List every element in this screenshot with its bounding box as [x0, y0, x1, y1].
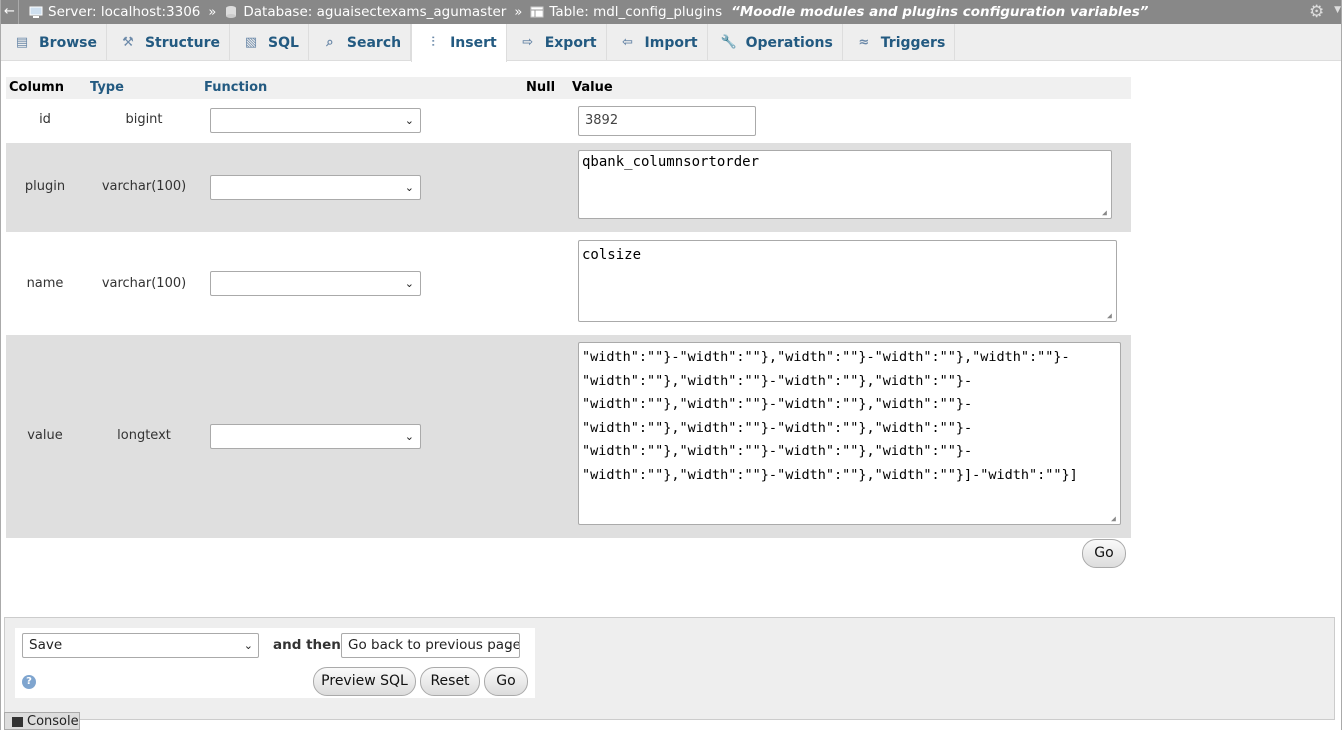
chevron-down-icon: ⌄ [404, 181, 414, 194]
database-icon [226, 6, 237, 18]
tab-insert[interactable]: ⫶ Insert [411, 24, 507, 62]
after-insert-select-value: Go back to previous page [348, 637, 520, 653]
column-type: varchar(100) [101, 179, 187, 194]
breadcrumb-server[interactable]: Server: localhost:3306 [29, 4, 200, 20]
operations-icon: 🔧 [720, 34, 737, 50]
value-input[interactable]: 3892 [578, 106, 756, 136]
column-name: name [26, 276, 64, 291]
header-type[interactable]: Type [90, 80, 124, 95]
header-null: Null [526, 80, 556, 95]
tab-label: Triggers [880, 34, 946, 51]
tab-label: Insert [450, 35, 497, 51]
table-row: id bigint ⌄ 3892 [6, 99, 1131, 143]
breadcrumb-database[interactable]: Database: aguaisectexams_agumaster [224, 4, 506, 20]
breadcrumb-table[interactable]: Table: mdl_config_plugins [530, 4, 722, 20]
tab-label: Import [644, 34, 698, 51]
tab-label: SQL [267, 34, 299, 51]
tab-label: Search [346, 34, 402, 51]
settings-gear-icon[interactable]: ⚙ [1309, 3, 1327, 21]
export-icon: ⇨ [522, 34, 534, 50]
value-text: qbank_columnsortorder [582, 154, 760, 170]
column-name: id [39, 112, 51, 127]
tab-label: Structure [144, 34, 220, 51]
table-comment: “Moodle modules and plugins configuratio… [731, 4, 1149, 20]
function-select[interactable]: ⌄ [210, 175, 421, 200]
table-row: plugin varchar(100) ⌄ qbank_columnsortor… [6, 143, 1131, 232]
column-name: plugin [24, 179, 66, 194]
action-select-value: Save [29, 637, 63, 653]
collapse-navigation-icon[interactable]: ← [1, 0, 19, 24]
table-icon [530, 6, 544, 18]
search-icon: ⌕ [326, 34, 334, 50]
action-select[interactable]: Save ⌄ [22, 633, 259, 658]
chevron-down-icon: ⌄ [504, 639, 514, 652]
tab-operations[interactable]: 🔧 Operations [708, 24, 843, 61]
collapse-top-icon[interactable]: ▼ [1334, 5, 1341, 15]
after-insert-select[interactable]: Go back to previous page ⌄ [341, 633, 520, 658]
preview-sql-button[interactable]: Preview SQL [313, 667, 416, 696]
chevron-down-icon: ⌄ [404, 430, 414, 443]
sql-icon: ▧ [244, 34, 258, 50]
tab-export[interactable]: ⇨ Export [507, 24, 607, 61]
value-textarea[interactable]: "width":""}-"width":""},"width":""}-"wid… [578, 342, 1121, 525]
tab-label: Export [544, 34, 597, 51]
chevron-down-icon: ⌄ [404, 277, 414, 290]
triggers-icon: ≈ [858, 34, 870, 50]
header-function[interactable]: Function [204, 80, 267, 95]
breadcrumb-separator: » [514, 4, 523, 20]
import-icon: ⇦ [622, 34, 633, 50]
insert-icon: ⫶ [431, 35, 435, 50]
page: ← Server: localhost:3306 » Database: agu… [0, 0, 1342, 730]
breadcrumb-database-label: Database: aguaisectexams_agumaster [243, 4, 507, 20]
insert-table-header: Column Type Function Null Value [6, 77, 1131, 99]
chevron-down-icon: ⌄ [243, 639, 253, 652]
value-textarea[interactable]: colsize ◢ [578, 240, 1117, 322]
table-row: value longtext ⌄ "width":""}-"width":""}… [6, 335, 1131, 538]
column-type: varchar(100) [101, 276, 187, 291]
tab-browse[interactable]: ▤ Browse [1, 24, 107, 61]
breadcrumb-server-label: Server: localhost:3306 [48, 4, 201, 20]
resize-grip-icon[interactable]: ◢ [1111, 515, 1119, 523]
column-type: longtext [117, 428, 171, 443]
function-select[interactable]: ⌄ [210, 424, 421, 449]
tab-bar: ▤ Browse ⚒ Structure ▧ SQL ⌕ Search ⫶ Insert … [1, 24, 1341, 62]
console-label: Console [27, 714, 79, 729]
browse-icon: ▤ [15, 34, 29, 50]
tab-search[interactable]: ⌕ Search [309, 24, 412, 61]
value-text: colsize [582, 247, 642, 263]
console-tab[interactable]: Console [4, 712, 80, 730]
value-textarea[interactable]: qbank_columnsortorder ◢ [578, 150, 1112, 219]
tab-sql[interactable]: ▧ SQL [230, 24, 309, 61]
chevron-down-icon: ⌄ [404, 114, 414, 127]
function-select[interactable]: ⌄ [210, 108, 421, 133]
resize-grip-icon[interactable]: ◢ [1107, 312, 1115, 320]
header-column: Column [9, 80, 64, 95]
tab-label: Browse [39, 34, 97, 51]
help-icon[interactable]: ? [22, 675, 36, 689]
resize-grip-icon[interactable]: ◢ [1102, 209, 1110, 217]
breadcrumb-table-label: Table: mdl_config_plugins [549, 4, 723, 20]
tab-label: Operations [745, 34, 833, 51]
column-name: value [27, 428, 63, 443]
tab-structure[interactable]: ⚒ Structure [107, 24, 230, 61]
breadcrumb-bar: ← Server: localhost:3306 » Database: agu… [1, 0, 1341, 24]
reset-button[interactable]: Reset [420, 667, 480, 696]
server-icon [29, 6, 43, 18]
function-select[interactable]: ⌄ [210, 271, 421, 296]
tab-import[interactable]: ⇦ Import [607, 24, 708, 61]
header-value: Value [572, 80, 613, 95]
breadcrumb-separator: » [208, 4, 217, 20]
and-then-label: and then [273, 637, 341, 653]
go-button[interactable]: Go [1082, 539, 1126, 568]
tab-triggers[interactable]: ≈ Triggers [843, 24, 956, 61]
submit-go-button[interactable]: Go [484, 667, 528, 696]
table-row: name varchar(100) ⌄ colsize ◢ [6, 232, 1131, 335]
column-type: bigint [125, 112, 163, 127]
structure-icon: ⚒ [122, 34, 134, 50]
console-icon [12, 717, 23, 727]
value-text: "width":""}-"width":""},"width":""}-"wid… [582, 349, 1078, 483]
